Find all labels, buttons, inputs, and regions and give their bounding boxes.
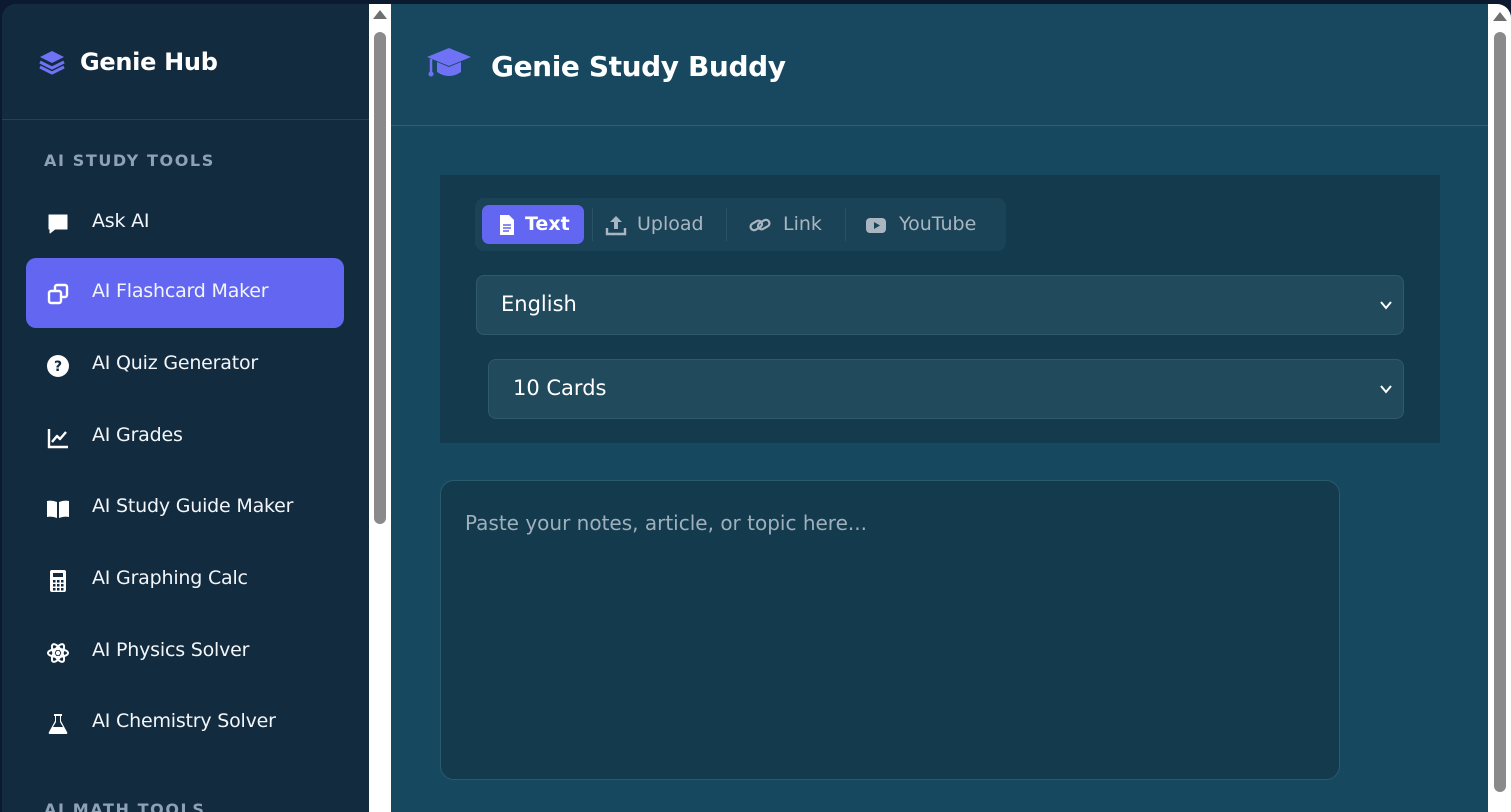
tab-divider: [592, 208, 593, 241]
card-count-select[interactable]: 10 Cards: [488, 359, 1404, 419]
sidebar-item-ask-ai[interactable]: Ask AI: [26, 188, 344, 258]
sidebar-item-grades[interactable]: AI Grades: [26, 402, 344, 472]
tab-youtube[interactable]: YouTube: [856, 205, 1001, 244]
sidebar-item-physics-solver[interactable]: AI Physics Solver: [26, 617, 344, 687]
scroll-up-arrow-icon[interactable]: [1493, 12, 1507, 21]
page-header: Genie Study Buddy: [391, 4, 1488, 126]
sidebar-item-label: Ask AI: [92, 210, 150, 232]
tab-upload[interactable]: Upload: [596, 205, 722, 244]
section-label-math: AI MATH TOOLS: [44, 800, 206, 812]
tab-label: Text: [525, 213, 570, 235]
page-title: Genie Study Buddy: [491, 50, 786, 83]
tab-label: Link: [783, 213, 822, 235]
sidebar-scrollbar-thumb[interactable]: [374, 32, 386, 524]
link-icon: [749, 218, 771, 232]
calculator-icon: [50, 570, 66, 592]
sidebar-item-graphing-calc[interactable]: AI Graphing Calc: [26, 545, 344, 615]
scroll-up-arrow-icon[interactable]: [373, 10, 387, 19]
brand-header: Genie Hub: [2, 4, 369, 120]
line-chart-icon: [47, 429, 68, 449]
card-count-select-value: 10 Cards: [513, 376, 607, 400]
layers-icon: [39, 51, 65, 75]
chevron-down-icon: [1380, 301, 1392, 310]
youtube-icon: [866, 218, 886, 233]
options-panel: Text Upload Link YouTube English 10 Card…: [440, 175, 1440, 443]
language-select[interactable]: English: [476, 275, 1404, 335]
chat-bubble-icon: [48, 214, 68, 234]
sidebar: Genie Hub AI STUDY TOOLS Ask AI AI Flash…: [2, 4, 369, 812]
tab-text[interactable]: Text: [482, 205, 584, 244]
document-icon: [500, 215, 514, 235]
main-content: Genie Study Buddy Text Upload Link YouTu…: [391, 4, 1488, 812]
upload-icon: [605, 216, 627, 236]
question-circle-icon: ?: [47, 355, 69, 377]
sidebar-item-label: AI Study Guide Maker: [92, 495, 294, 517]
sidebar-item-label: AI Quiz Generator: [92, 352, 259, 374]
chevron-down-icon: [1380, 385, 1392, 394]
tab-label: YouTube: [899, 213, 977, 235]
sidebar-item-chemistry-solver[interactable]: AI Chemistry Solver: [26, 688, 344, 758]
tab-link[interactable]: Link: [737, 205, 840, 244]
sidebar-item-label: AI Physics Solver: [92, 639, 250, 661]
section-label-study: AI STUDY TOOLS: [44, 151, 215, 170]
sidebar-item-label: AI Flashcard Maker: [92, 280, 269, 302]
sidebar-item-flashcard-maker[interactable]: AI Flashcard Maker: [26, 258, 344, 328]
brand-title: Genie Hub: [80, 48, 218, 76]
tab-divider: [845, 208, 846, 241]
tab-divider: [726, 208, 727, 241]
notes-input[interactable]: [440, 480, 1340, 780]
language-select-value: English: [501, 292, 577, 316]
atom-icon: [47, 643, 69, 663]
sidebar-item-label: AI Chemistry Solver: [92, 710, 276, 732]
open-book-icon: [47, 500, 69, 518]
svg-text:?: ?: [54, 359, 62, 375]
sidebar-item-label: AI Grades: [92, 424, 183, 446]
tab-label: Upload: [637, 213, 704, 235]
flashcards-icon: [47, 283, 69, 305]
main-scrollbar-thumb[interactable]: [1494, 32, 1506, 792]
flask-icon: [48, 714, 68, 734]
sidebar-item-study-guide-maker[interactable]: AI Study Guide Maker: [26, 473, 344, 543]
sidebar-scrollbar[interactable]: [369, 4, 391, 812]
main-scrollbar[interactable]: [1488, 4, 1511, 812]
sidebar-item-quiz-generator[interactable]: ? AI Quiz Generator: [26, 330, 344, 400]
source-tabs: Text Upload Link YouTube: [475, 198, 1006, 251]
app-window: Genie Hub AI STUDY TOOLS Ask AI AI Flash…: [2, 4, 1511, 812]
graduation-cap-icon: [427, 48, 471, 77]
sidebar-item-label: AI Graphing Calc: [92, 567, 248, 589]
